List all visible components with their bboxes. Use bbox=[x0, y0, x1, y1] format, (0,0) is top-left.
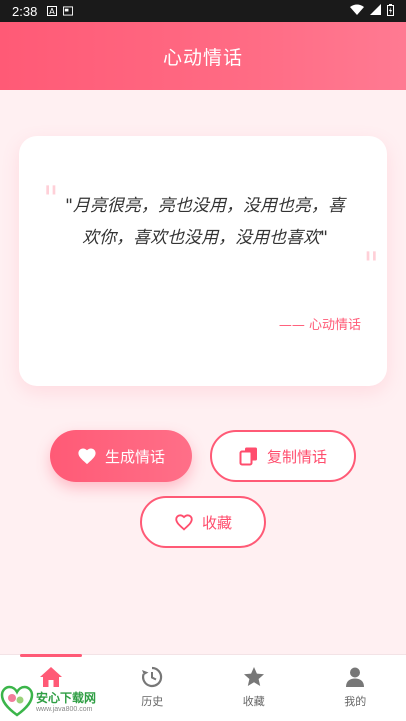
battery-icon bbox=[387, 3, 394, 19]
watermark-subtitle: www.java800.com bbox=[36, 706, 93, 713]
app-header: 心动情话 bbox=[0, 22, 406, 90]
page-title: 心动情话 bbox=[162, 46, 243, 69]
generate-button[interactable]: 生成情话 bbox=[50, 430, 192, 482]
status-bar: 2:38 A bbox=[0, 0, 406, 22]
copy-icon bbox=[239, 446, 259, 466]
star-icon bbox=[242, 665, 266, 689]
notification-a-icon: A bbox=[47, 6, 58, 16]
favorite-button[interactable]: 收藏 bbox=[140, 496, 266, 548]
copy-button[interactable]: 复制情话 bbox=[210, 430, 356, 482]
watermark-logo-icon bbox=[0, 684, 34, 718]
signal-icon bbox=[370, 4, 381, 18]
nav-item-profile[interactable]: 我的 bbox=[305, 655, 406, 721]
watermark: 安心下载网 www.java800.com bbox=[0, 684, 108, 718]
quote-source: —— 心动情话 bbox=[278, 318, 361, 333]
heart-filled-icon bbox=[77, 446, 97, 466]
wifi-icon bbox=[350, 4, 364, 18]
nav-active-indicator bbox=[20, 654, 82, 657]
nav-label-profile: 我的 bbox=[344, 695, 367, 708]
nav-item-history[interactable]: 历史 bbox=[102, 655, 204, 721]
status-time: 2:38 bbox=[12, 3, 38, 19]
quote-text: "月亮很亮，亮也没用，没用也亮，喜欢你，喜欢也没用，没用也喜欢" bbox=[65, 196, 345, 248]
generate-label: 生成情话 bbox=[104, 447, 165, 466]
nav-label-history: 历史 bbox=[141, 695, 164, 708]
notification-card-icon bbox=[63, 6, 74, 16]
quote-card: " "月亮很亮，亮也没用，没用也亮，喜欢你，喜欢也没用，没用也喜欢" " —— … bbox=[19, 136, 387, 386]
copy-label: 复制情话 bbox=[266, 447, 327, 466]
history-icon bbox=[140, 665, 164, 689]
open-quote-icon: " bbox=[43, 179, 59, 219]
person-icon bbox=[343, 665, 367, 689]
svg-text:A: A bbox=[50, 7, 56, 16]
nav-item-favorites[interactable]: 收藏 bbox=[203, 655, 305, 721]
close-quote-icon: " bbox=[363, 245, 379, 285]
watermark-title: 安心下载网 bbox=[36, 691, 97, 705]
nav-label-favorites: 收藏 bbox=[242, 695, 265, 708]
heart-outline-icon bbox=[174, 512, 194, 532]
favorite-label: 收藏 bbox=[201, 513, 232, 532]
